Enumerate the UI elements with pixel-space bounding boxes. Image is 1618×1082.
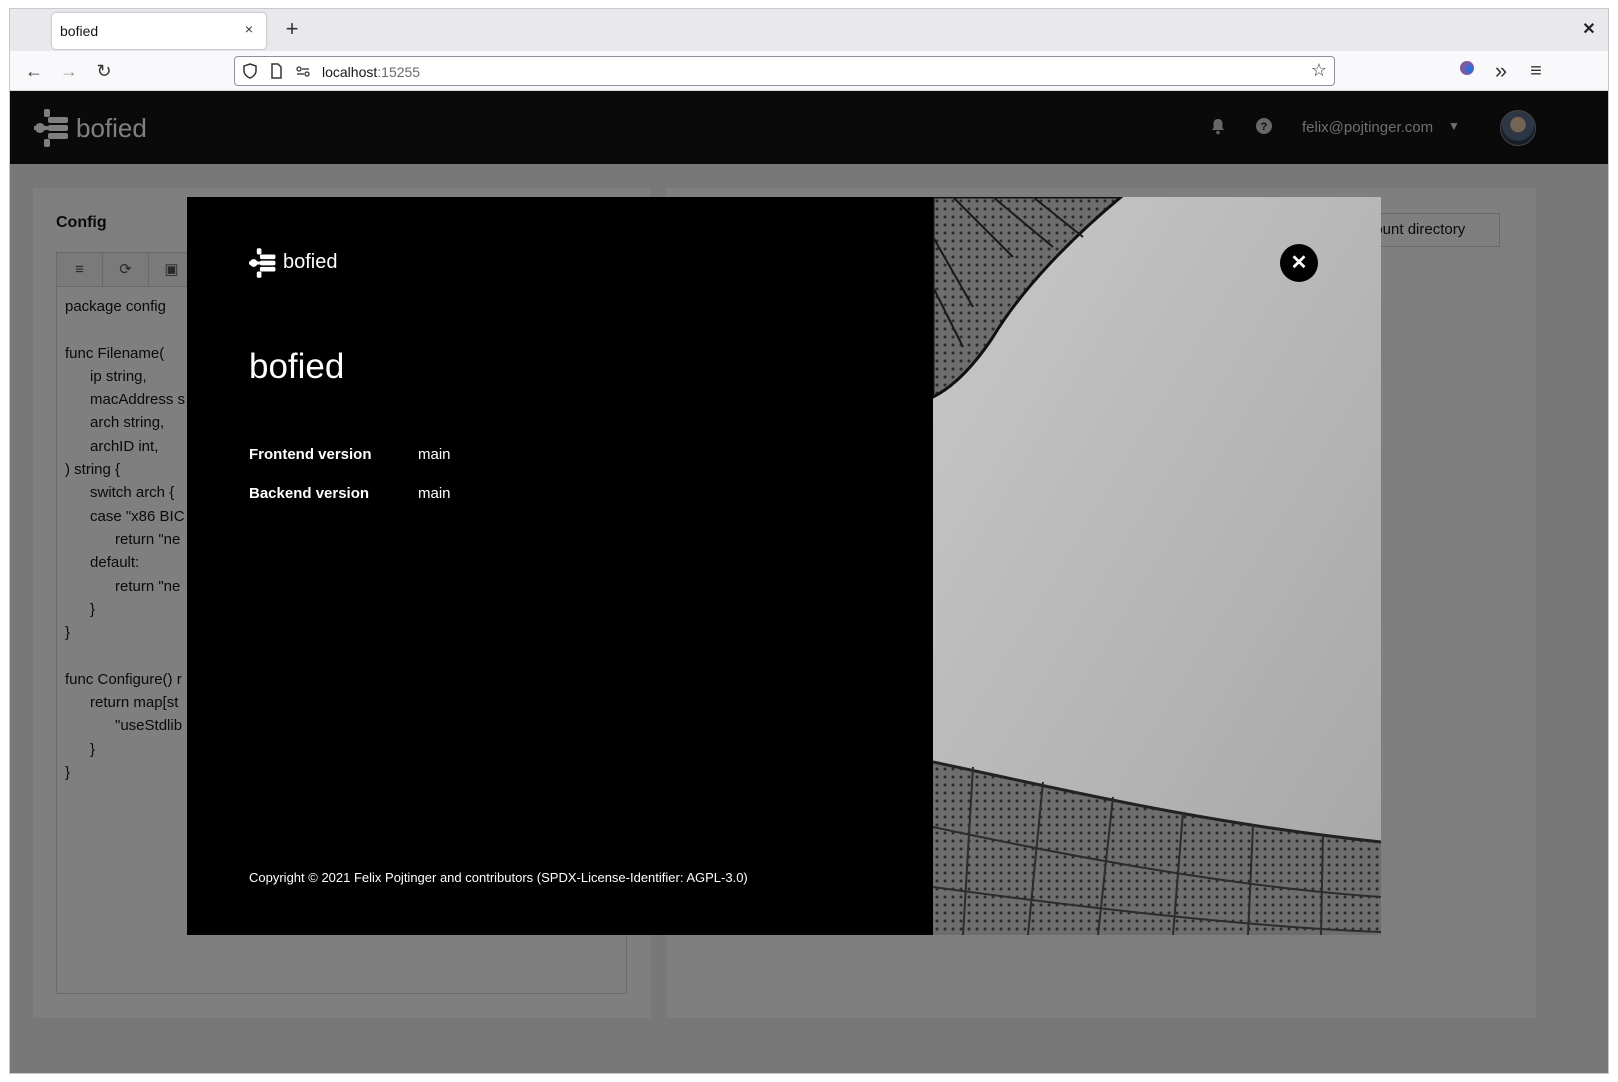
browser-window: bofied × + ✕ ← → ↻ localhost:15255 ☆ » ≡ <box>9 8 1609 1074</box>
back-button[interactable]: ← <box>22 59 46 83</box>
browser-tab[interactable]: bofied × <box>52 13 266 49</box>
url-bar[interactable]: localhost:15255 ☆ <box>234 56 1335 86</box>
tab-strip: bofied × + ✕ <box>10 9 1608 51</box>
modal-brand-name: bofied <box>283 251 338 273</box>
new-tab-button[interactable]: + <box>280 17 304 41</box>
page-icon <box>271 63 282 79</box>
modal-title: bofied <box>249 347 345 386</box>
tab-title: bofied <box>60 23 99 39</box>
architecture-photo <box>933 197 1381 935</box>
navigation-bar: ← → ↻ localhost:15255 ☆ » ≡ <box>10 51 1608 91</box>
frontend-version-value: main <box>418 446 451 463</box>
bofied-logo-icon <box>249 248 276 278</box>
shield-icon[interactable] <box>241 62 259 80</box>
menu-icon[interactable]: ≡ <box>1524 59 1548 83</box>
copyright-text: Copyright © 2021 Felix Pojtinger and con… <box>249 870 748 885</box>
about-modal: bofied bofied Frontend version main Back… <box>187 197 1381 935</box>
forward-button[interactable]: → <box>57 59 81 83</box>
window-close-button[interactable]: ✕ <box>1578 19 1600 41</box>
account-icon[interactable] <box>1455 59 1479 83</box>
frontend-version-label: Frontend version <box>249 446 372 463</box>
backend-version-value: main <box>418 485 451 502</box>
url-text: localhost:15255 <box>322 64 421 80</box>
backend-version-label: Backend version <box>249 485 370 502</box>
close-button[interactable]: ✕ <box>1280 244 1318 282</box>
extensions-overflow-icon[interactable]: » <box>1489 59 1513 83</box>
tab-close-icon[interactable]: × <box>240 20 258 38</box>
reload-button[interactable]: ↻ <box>92 59 116 83</box>
app: bofied ? felix@pojtinger.com ▼ Config ≡ … <box>10 91 1608 1073</box>
permissions-icon[interactable] <box>294 62 312 80</box>
bookmark-star-icon[interactable]: ☆ <box>1310 61 1328 79</box>
hero-image <box>933 197 1381 935</box>
